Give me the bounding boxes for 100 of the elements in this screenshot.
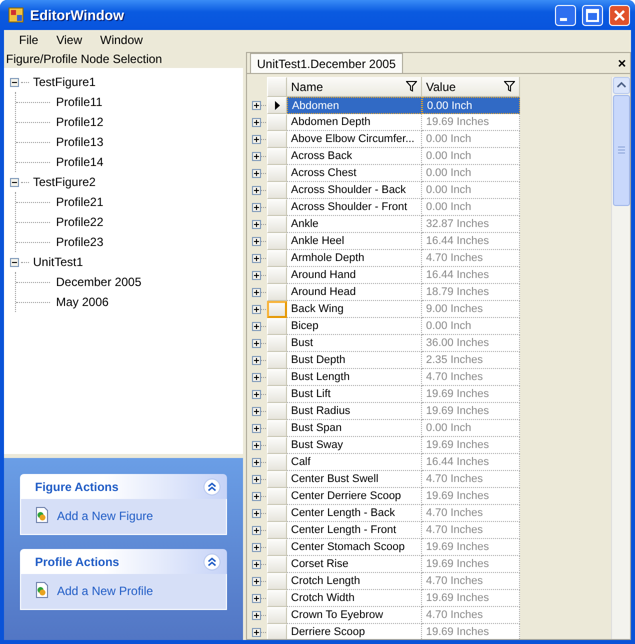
table-cell: Center Bust Swell [287,471,422,488]
menu-item[interactable]: View [47,33,92,47]
expand-icon[interactable] [252,169,266,178]
table-cell: 0.00 Inch [422,318,520,335]
column-label: Name [291,80,324,94]
expand-icon[interactable] [252,271,266,280]
table-cell: Corset Rise [287,556,422,573]
table-cell: 4.70 Inches [422,505,520,522]
menu-item[interactable]: Window [91,33,152,47]
collapse-icon[interactable] [203,552,221,570]
table-cell: 4.70 Inches [422,471,520,488]
expand-icon[interactable] [252,305,266,314]
table-cell: 4.70 Inches [422,573,520,590]
table-cell: 2.35 Inches [422,352,520,369]
scroll-up-icon[interactable] [612,77,630,94]
table-cell: Crotch Width [287,590,422,607]
expand-icon[interactable] [252,424,266,433]
minimize-icon[interactable] [555,4,576,26]
expand-icon[interactable] [252,118,266,127]
expand-icon[interactable] [252,288,266,297]
menu-item[interactable]: File [10,33,48,47]
table-cell: Across Chest [287,165,422,182]
tree-node[interactable]: Profile23 [54,235,106,249]
document-tab[interactable]: UnitTest1.December 2005 [250,53,403,73]
table-cell: Bicep [287,318,422,335]
expand-icon[interactable] [252,594,266,603]
table-cell: 16.44 Inches [422,267,520,284]
collapse-icon[interactable] [10,178,19,186]
expand-icon[interactable] [252,186,266,195]
task-link[interactable]: Add a New Figure [57,508,154,522]
table-cell: 4.70 Inches [422,250,520,267]
expand-icon[interactable] [252,628,266,637]
task-link[interactable]: Add a New Profile [57,584,154,598]
corner-header [267,77,287,97]
window-title: EditorWindow [30,7,125,23]
group-title: Profile Actions [35,554,120,568]
table-cell: 16.44 Inches [422,233,520,250]
expand-icon[interactable] [252,407,266,416]
expand-icon[interactable] [252,237,266,246]
tree-node[interactable]: TestFigure2 [31,175,98,189]
expand-icon[interactable] [252,322,266,331]
collapse-icon[interactable] [10,258,19,266]
expand-icon[interactable] [252,220,266,229]
close-icon[interactable] [609,4,630,26]
tree-node[interactable]: May 2006 [54,295,111,309]
table-cell: Abdomen Depth [287,114,422,131]
close-button[interactable]: × [614,55,630,73]
collapse-icon[interactable] [10,78,19,86]
expand-icon[interactable] [252,560,266,569]
filter-icon[interactable] [504,81,515,92]
table-cell: Center Derriere Scoop [287,488,422,505]
group-title: Figure Actions [35,480,119,494]
table-cell: Across Shoulder - Front [287,199,422,216]
scrollbar-thumb[interactable] [612,95,630,206]
table-cell: 19.69 Inches [422,539,520,556]
expand-icon[interactable] [252,135,266,144]
expand-icon[interactable] [252,254,266,263]
expand-icon[interactable] [252,509,266,518]
expand-icon[interactable] [252,543,266,552]
column-header[interactable]: Name [287,77,422,97]
table-cell: Crotch Length [287,573,422,590]
expand-icon[interactable] [252,373,266,382]
tree-node[interactable]: TestFigure1 [31,75,98,89]
expand-icon[interactable] [252,475,266,484]
tree-node[interactable]: Profile13 [54,135,106,149]
expand-icon[interactable] [252,458,266,467]
table-cell: 0.00 Inch [422,420,520,437]
expand-icon[interactable] [252,152,266,161]
expand-icon[interactable] [252,526,266,535]
column-header[interactable]: Value [422,77,520,97]
expand-icon[interactable] [252,577,266,586]
expand-icon[interactable] [252,203,266,212]
expand-icon[interactable] [252,441,266,450]
table-cell: Bust Sway [287,437,422,454]
table-cell: Bust Depth [287,352,422,369]
tree-node[interactable]: Profile14 [54,155,106,169]
maximize-icon[interactable] [582,4,603,26]
expand-icon[interactable] [252,492,266,501]
expand-icon[interactable] [252,101,266,110]
tree-node[interactable]: Profile21 [54,195,106,209]
tree-node[interactable]: Profile22 [54,215,106,229]
table-cell: Bust Length [287,369,422,386]
tree-node[interactable]: Profile12 [54,115,106,129]
expand-icon[interactable] [252,390,266,399]
tree-node[interactable]: Profile11 [54,95,104,109]
table-cell: 0.00 Inch [422,165,520,182]
table-cell: 18.79 Inches [422,284,520,301]
tree-node[interactable]: UnitTest1 [31,255,86,269]
filter-icon[interactable] [406,81,417,92]
expand-icon[interactable] [252,356,266,365]
collapse-icon[interactable] [203,478,221,496]
table-cell: Armhole Depth [287,250,422,267]
expand-icon[interactable] [252,339,266,348]
table-cell: Center Length - Front [287,522,422,539]
table-cell: Center Stomach Scoop [287,539,422,556]
expand-icon[interactable] [252,611,266,620]
table-cell: Bust Radius [287,403,422,420]
table-cell: 0.00 Inch [422,131,520,148]
tree-node[interactable]: December 2005 [54,275,144,289]
table-cell: 19.69 Inches [422,386,520,403]
